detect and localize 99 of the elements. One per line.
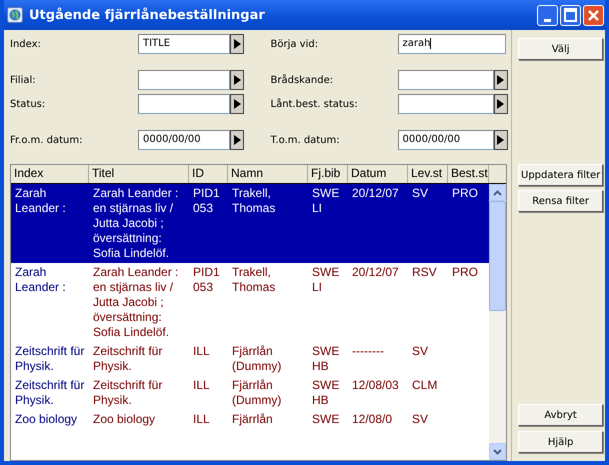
column-header[interactable]: Lev.st [408,165,448,183]
scroll-down-button[interactable] [489,443,506,460]
input-field[interactable]: 0000/00/00 [138,130,230,150]
table-cell-text: SWELI [311,265,340,296]
table-cell-text: SV [411,344,430,360]
table-cell-text: Zeitschrift für Physik. [92,378,164,408]
table-row[interactable]: Zoo biology Zoo biology ILL Fjärrlån SWE 12/08/0 SV [11,410,489,429]
close-button[interactable] [583,4,604,26]
table-cell-text: Zeitschrift für Physik. [92,344,164,374]
scroll-up-button[interactable] [489,184,506,201]
dropdown-button[interactable] [230,130,244,150]
input-field[interactable] [138,94,230,114]
field-label: Status: [10,98,46,110]
table-row[interactable]: Zeitschrift für Physik. Zeitschrift für Physik. ILL Fjärrlån (Dummy) SWEHB -------- SV [11,342,489,376]
play-arrow-icon [497,135,504,145]
table-cell-text: Zarah Leander : en stjärnas liv / Jutta Jacobi ; översättning: Sofia Lindelöf. [92,186,180,261]
table-cell-text: Zoo biology [14,412,78,427]
table-cell-text: ILL [192,412,211,427]
field-label: Filial: [10,74,37,86]
table-cell-text: 20/12/07 [351,186,400,202]
play-arrow-icon [497,99,504,109]
table-cell-text: Zeitschrift für Physik. [14,378,86,408]
table-cell-text: -------- [351,344,385,360]
chevron-down-icon [493,448,502,454]
table-cell-text: Zarah Leander : [14,265,67,296]
input-field[interactable]: zarah [398,34,506,54]
table-cell-text: Fjärrlån (Dummy) [231,378,282,408]
table-cell-text: PID1053 [192,186,221,217]
table-cell-text: Trakell, Thomas [231,265,276,296]
table-cell-text: RSV [411,265,438,281]
dropdown-button[interactable] [230,70,244,90]
column-header[interactable]: Titel [89,165,189,183]
play-arrow-icon [234,99,240,109]
table-cell-text: CLM [411,378,438,394]
table-cell-text: 20/12/07 [351,265,400,281]
maximize-icon [564,8,577,22]
table-cell-text: ILL [192,344,211,360]
column-header[interactable]: Namn [228,165,308,183]
table-cell-text: SWEHB [311,378,340,408]
column-header[interactable]: Index [11,165,89,183]
table-row[interactable]: Zeitschrift für Physik. Zeitschrift für Physik. ILL Fjärrlån (Dummy) SWEHB 12/08/03 CLM [11,376,489,410]
table-cell-text: SWELI [311,186,340,217]
dialog-button[interactable]: Avbryt [518,404,604,426]
play-arrow-icon [234,39,240,49]
dialog-button[interactable]: Hjälp [518,431,604,453]
field-label: Index: [10,38,42,50]
table-cell-text: 12/08/0 [351,412,394,427]
filter-button[interactable]: Uppdatera filter [518,164,604,186]
column-header[interactable]: Datum [348,165,408,183]
column-header[interactable]: Fj.bib [308,165,348,183]
table-row[interactable]: Zarah Leander : Zarah Leander : en stjärnas liv / Jutta Jacobi ; översättning: Sofia Lindelöf. PID1053 Trakell, Thomas SWELI 20/12/07 RSV PRO [11,263,489,342]
dropdown-button[interactable] [230,34,244,54]
column-header[interactable]: Best.st [448,165,489,183]
input-field[interactable]: 0000/00/00 [398,130,494,150]
table-cell-text: SV [411,186,430,202]
select-button[interactable]: Välj [518,38,604,60]
column-header[interactable]: ID [189,165,228,183]
input-field[interactable] [398,94,494,114]
table-cell-text: Zarah Leander : en stjärnas liv / Jutta Jacobi ; översättning: Sofia Lindelöf. [92,265,180,340]
field-label: Brådskande: [270,74,334,86]
close-icon [588,10,599,20]
input-field[interactable] [138,70,230,90]
table-cell-text: PRO [451,186,480,202]
maximize-button[interactable] [560,4,581,26]
globe-icon [7,7,23,23]
input-field[interactable] [398,70,494,90]
scroll-thumb[interactable] [489,201,506,311]
dropdown-button[interactable] [494,70,508,90]
play-arrow-icon [234,135,240,145]
play-arrow-icon [234,75,240,85]
table-cell-text: ILL [192,378,211,394]
table-cell-text: PRO [451,265,480,281]
field-label: Lånt.best. status: [270,98,359,110]
window-title: Utgående fjärrlånebeställningar [29,8,266,22]
table-cell-text: SV [411,412,430,427]
field-label: Fr.o.m. datum: [10,134,84,146]
table-cell-text: PID1053 [192,265,221,296]
input-field[interactable]: TITLE [138,34,230,54]
table-cell-text: Zeitschrift für Physik. [14,344,86,374]
table-cell-text: Zarah Leander : [14,186,67,217]
table-cell-text: SWE [311,412,340,427]
table-cell-text: 12/08/03 [351,378,400,394]
minimize-icon [544,18,551,22]
table-cell-text: Zoo biology [92,412,156,427]
table-row[interactable]: Zarah Leander : Zarah Leander : en stjärnas liv / Jutta Jacobi ; översättning: Sofia Lindelöf. PID1053 Trakell, Thomas SWELI 20/12/07 SV PRO [11,184,489,263]
filter-button[interactable]: Rensa filter [518,190,604,212]
play-arrow-icon [497,75,504,85]
table-cell-text: Trakell, Thomas [231,186,276,217]
dropdown-button[interactable] [230,94,244,114]
table-cell-text: Fjärrlån (Dummy) [231,344,282,374]
dropdown-button[interactable] [494,130,508,150]
minimize-button[interactable] [537,4,558,26]
dropdown-button[interactable] [494,94,508,114]
scrollbar[interactable] [489,184,506,460]
table-cell-text: SWEHB [311,344,340,374]
chevron-up-icon [493,190,502,196]
field-label: T.o.m. datum: [270,134,341,146]
field-label: Börja vid: [270,38,320,50]
table-cell-text: Fjärrlån [231,412,274,427]
